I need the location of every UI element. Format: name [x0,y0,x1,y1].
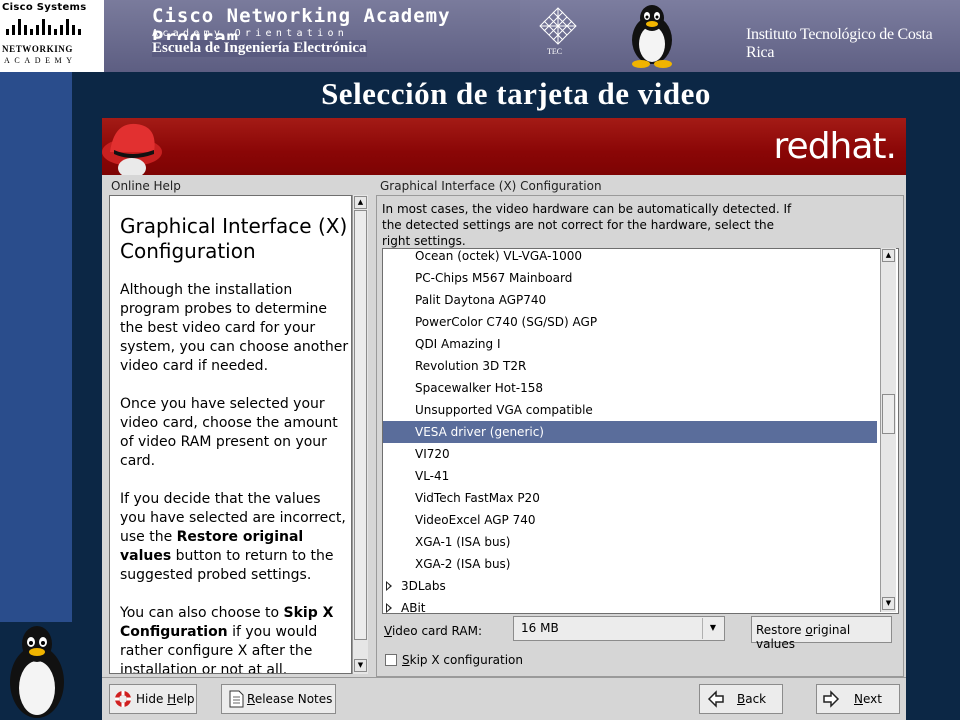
tux-penguin-large-icon [10,626,64,718]
video-card-label: ABit [401,601,426,614]
cnap-subtitle: Academy Orientation [152,28,349,39]
card-scroll-down-button[interactable]: ▼ [882,597,895,610]
video-card-label: XGA-2 (ISA bus) [415,557,511,571]
next-label: Next [854,692,882,706]
arrow-left-icon [707,690,724,708]
tec-logo-icon [539,7,577,45]
help-scroll-thumb[interactable] [354,210,367,640]
help-scrollbar[interactable]: ▲ ▼ [352,195,368,674]
video-card-item[interactable]: Ocean (octek) VL-VGA-1000 [383,249,877,267]
back-label: Back [737,692,767,706]
help-content: Graphical Interface (X) Configuration Al… [120,214,350,674]
video-card-item[interactable]: PowerColor C740 (SG/SD) AGP [383,311,877,333]
cisco-logo: Cisco Systems NETWORKING ACADEMY [0,0,105,72]
video-card-label: Unsupported VGA compatible [415,403,593,417]
video-card-label: VL-41 [415,469,450,483]
skip-x-label: Skip X configuration [402,653,523,667]
help-paragraph-4: You can also choose to Skip X Configurat… [120,605,334,674]
tec-caption: TEC [547,47,563,56]
video-card-label: 3DLabs [401,579,446,593]
video-card-label: Spacewalker Hot-158 [415,381,544,395]
dropdown-arrow-icon: ▼ [702,618,723,639]
video-card-label: PowerColor C740 (SG/SD) AGP [415,315,598,329]
release-notes-label: Release Notes [247,692,333,706]
help-paragraph-2: Once you have selected your video card, … [120,396,338,469]
video-card-label: VidTech FastMax P20 [415,491,540,505]
button-bar-separator [102,677,906,678]
next-button[interactable]: Next [816,684,900,714]
cisco-networking-text: NETWORKING [2,44,74,54]
video-card-item[interactable]: VL-41 [383,465,877,487]
installer-window: redhat. Online Help Graphical Interface … [102,118,906,720]
online-help-pane: Graphical Interface (X) Configuration Al… [109,195,352,674]
video-card-item[interactable]: XGA-2 (ISA bus) [383,553,877,575]
left-decor-strip [0,72,72,622]
video-ram-label-text: ideo card RAM: [391,624,483,638]
release-notes-button[interactable]: Release Notes [221,684,336,714]
video-card-label: VESA driver (generic) [415,425,544,439]
help-paragraph-3: If you decide that the values you have s… [120,491,346,583]
video-card-item[interactable]: Revolution 3D T2R [383,355,877,377]
video-card-label: VideoExcel AGP 740 [415,513,536,527]
card-list-scrollbar[interactable]: ▲ ▼ [880,248,896,612]
cnap-banner: Cisco Networking Academy Program Academy… [104,0,520,72]
x-config-label: Graphical Interface (X) Configuration [380,179,602,193]
video-card-label: XGA-1 (ISA bus) [415,535,511,549]
video-card-item[interactable]: QDI Amazing I [383,333,877,355]
video-card-item[interactable]: Unsupported VGA compatible [383,399,877,421]
video-card-label: QDI Amazing I [415,337,501,351]
card-scroll-thumb[interactable] [882,394,895,434]
cisco-academy-text: ACADEMY [4,56,77,65]
help-scroll-up-button[interactable]: ▲ [354,196,367,209]
video-ram-value: 16 MB [521,621,559,635]
x-config-intro: In most cases, the video hardware can be… [382,202,792,248]
expander-triangle-icon[interactable] [386,603,392,613]
help-paragraph-1: Although the installation program probes… [120,282,349,374]
online-help-label: Online Help [111,179,181,193]
slide-header: Cisco Systems NETWORKING ACADEMY Cisco N… [0,0,960,72]
restore-original-values-button[interactable]: Restore original values [751,616,892,651]
video-card-label: PC-Chips M567 Mainboard [415,271,573,285]
video-card-label: Palit Daytona AGP740 [415,293,547,307]
expander-triangle-icon[interactable] [386,581,392,591]
back-button[interactable]: Back [699,684,783,714]
document-icon [229,690,244,708]
video-card-item[interactable]: XGA-1 (ISA bus) [383,531,877,553]
video-card-item[interactable]: VI720 [383,443,877,465]
video-ram-select[interactable]: 16 MB ▼ [513,616,725,641]
institute-name: Instituto Tecnológico de Costa Rica [746,26,933,61]
video-card-item[interactable]: VideoExcel AGP 740 [383,509,877,531]
arrow-right-icon [823,690,840,708]
video-card-item[interactable]: PC-Chips M567 Mainboard [383,267,877,289]
tux-penguin-icon [632,5,672,68]
redhat-shadowman-icon [102,123,162,175]
lifebuoy-icon [115,691,131,707]
video-card-item[interactable]: VidTech FastMax P20 [383,487,877,509]
help-scroll-down-button[interactable]: ▼ [354,659,367,672]
restore-button-label: Restore original values [756,623,851,651]
slide-title: Selección de tarjeta de video [321,76,711,111]
video-card-label: VI720 [415,447,450,461]
video-card-group[interactable]: 3DLabs [383,575,877,597]
school-name: Escuela de Ingeniería Electrónica [152,40,367,57]
video-card-label: Revolution 3D T2R [415,359,527,373]
video-card-label: Ocean (octek) VL-VGA-1000 [415,249,582,263]
video-ram-label: Video card RAM: [384,624,483,638]
video-card-group[interactable]: ABit [383,597,877,614]
cisco-systems-text: Cisco Systems [2,2,87,13]
hide-help-button[interactable]: Hide Help [109,684,197,714]
video-card-list[interactable]: Ocean (octek) VL-VGA-1000 PC-Chips M567 M… [382,248,899,614]
hide-help-label: Hide Help [136,692,195,706]
video-card-item[interactable]: VESA driver (generic) [383,421,877,443]
video-card-item[interactable]: Palit Daytona AGP740 [383,289,877,311]
redhat-logo: redhat. [773,126,897,167]
help-heading: Graphical Interface (X) Configuration [120,214,348,263]
skip-x-checkbox[interactable] [385,654,397,666]
cisco-bars-icon [6,16,98,36]
tec-banner: TEC Instituto Tecnológico de Costa Rica [520,0,960,72]
redhat-banner: redhat. [102,118,906,175]
video-card-item[interactable]: Spacewalker Hot-158 [383,377,877,399]
card-scroll-up-button[interactable]: ▲ [882,249,895,262]
